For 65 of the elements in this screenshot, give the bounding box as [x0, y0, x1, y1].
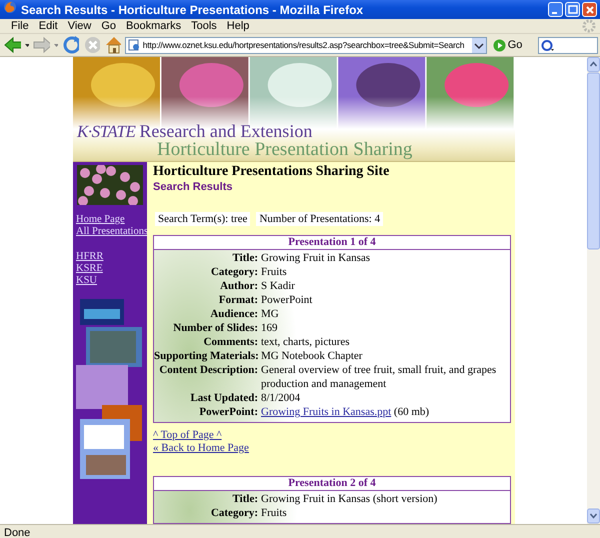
page-icon [128, 39, 140, 51]
result-count: Number of Presentations: 4 [256, 212, 384, 226]
field-value: General overview of tree fruit, small fruit, and grapes production and management [261, 363, 498, 391]
banner-subtitle: Horticulture Presentation Sharing [157, 140, 414, 159]
scrollbar[interactable] [587, 57, 600, 524]
field-label: PowerPoint: [198, 405, 258, 419]
search-engine-icon[interactable] [541, 38, 556, 52]
field-label: Audience: [209, 307, 258, 321]
menu-item[interactable]: Bookmarks [121, 20, 186, 32]
nav-link[interactable]: ^ Top of Page ^ [153, 429, 249, 442]
page-heading: Horticulture Presentations Sharing Site [153, 165, 390, 179]
field-value: 169 [261, 321, 278, 335]
field-value: text, charts, pictures [261, 335, 351, 349]
search-term: Search Term(s): tree [155, 212, 250, 226]
field-label: Content Description: [158, 363, 258, 378]
download-link[interactable]: Growing Fruits in Kansas.ppt [261, 406, 392, 418]
field-label: Category: [210, 506, 258, 520]
field-value: Growing Fruit in Kansas [261, 251, 372, 265]
field-label: Author: [219, 279, 258, 293]
window-title: Search Results - Horticulture Presentations - Mozilla Firefox [21, 2, 364, 16]
sidebar-link[interactable]: Home Page [76, 214, 125, 226]
field-label: Supporting Materials: [154, 349, 258, 363]
field-label: Title: [232, 251, 258, 265]
nav-link[interactable]: « Back to Home Page [153, 442, 249, 455]
menu-item[interactable]: Go [96, 20, 122, 32]
search-field[interactable] [538, 36, 598, 54]
field-label: Category: [210, 265, 258, 279]
reload-icon[interactable] [62, 35, 80, 55]
firefox-icon [3, 0, 17, 14]
field-value: MG [261, 307, 280, 321]
go-icon [492, 38, 506, 52]
field-label: Number of Slides: [172, 321, 258, 335]
field-value: Fruits [261, 265, 288, 279]
field-value: Fruits [261, 506, 288, 520]
dropdown-icon[interactable] [472, 38, 486, 52]
close-button[interactable] [582, 2, 597, 17]
field-label: Comments: [202, 335, 258, 349]
sidebar-link[interactable]: KSRE [76, 263, 103, 275]
menu-item[interactable]: File [6, 20, 34, 32]
field-label: Format: [218, 293, 258, 307]
brand-logo: K·STATE [77, 123, 136, 140]
sidebar-link[interactable]: HFRR [76, 251, 104, 263]
field-value: PowerPoint [261, 293, 314, 307]
address-field[interactable]: http://www.oznet.ksu.edu/hortpresentations/results2.asp?searchbox=tree&Submit=Search [124, 36, 487, 54]
field-label: Title: [232, 492, 258, 506]
sidebar-link[interactable]: KSU [76, 275, 98, 287]
field-value: Growing Fruit in Kansas (short version) [261, 492, 438, 506]
field-value: MG Notebook Chapter [261, 349, 364, 363]
field-value: S Kadir [261, 279, 296, 293]
section-heading: Search Results [153, 181, 232, 193]
file-size: (60 mb) [394, 406, 430, 418]
menu-item[interactable]: View [62, 20, 96, 32]
field-label: Last Updated: [189, 391, 258, 405]
sidebar-link[interactable]: All Presentations [76, 226, 148, 238]
field-value: 8/1/2004 [261, 391, 302, 405]
back-icon[interactable] [4, 36, 21, 54]
go-button[interactable]: Go [490, 38, 524, 52]
status-text: Done [4, 526, 30, 538]
minimize-button[interactable] [548, 2, 563, 17]
banner-title: Research and Extension [139, 123, 312, 140]
menu-item[interactable]: Tools [186, 20, 222, 32]
home-icon[interactable] [104, 35, 121, 55]
maximize-button[interactable] [565, 2, 580, 17]
menu-item[interactable]: Edit [34, 20, 63, 32]
menu-item[interactable]: Help [222, 20, 254, 32]
